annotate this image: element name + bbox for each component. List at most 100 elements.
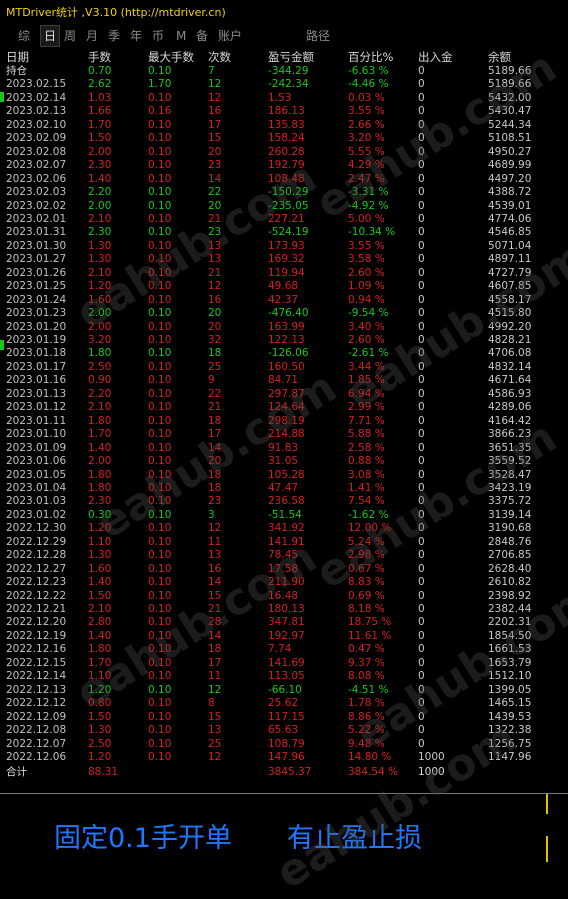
table-row[interactable]: 2023.01.06 2.00 0.10 20 31.05 0.88 % 0 3559.52 xyxy=(6,455,562,468)
table-row[interactable]: 2022.12.09 1.50 0.10 15 117.15 8.86 % 0 1439.53 xyxy=(6,711,562,724)
cell-lots: 2.80 xyxy=(88,616,112,629)
table-row[interactable]: 2023.01.16 0.90 0.10 9 84.71 1.85 % 0 4671.64 xyxy=(6,374,562,387)
table-row[interactable]: 2023.01.17 2.50 0.10 25 160.50 3.44 % 0 4832.14 xyxy=(6,361,562,374)
cell-pnl: 31.05 xyxy=(268,455,299,468)
table-row[interactable]: 2022.12.19 1.40 0.10 14 192.97 11.61 % 0 1854.5… xyxy=(6,630,562,643)
table-row[interactable]: 2023.02.01 2.10 0.10 21 227.21 5.00 % 0 4774.06 xyxy=(6,213,562,226)
table-row[interactable]: 2023.01.31 2.30 0.10 23 -524.19 -10.34 % 0 4546… xyxy=(6,226,562,239)
table-row[interactable]: 2022.12.20 2.80 0.10 28 347.81 18.75 % 0 2202.3… xyxy=(6,616,562,629)
table-row[interactable]: 2022.12.29 1.10 0.10 11 141.91 5.24 % 0 2848.76 xyxy=(6,536,562,549)
table-row[interactable]: 2023.01.20 2.00 0.10 20 163.99 3.40 % 0 4992.20 xyxy=(6,321,562,334)
table-row[interactable]: 2022.12.28 1.30 0.10 13 78.45 2.98 % 0 2706.85 xyxy=(6,549,562,562)
cell-pct: 7.54 % xyxy=(348,495,385,508)
table-row[interactable]: 2022.12.21 2.10 0.10 21 180.13 8.18 % 0 2382.44 xyxy=(6,603,562,616)
table-row[interactable]: 2023.01.18 1.80 0.10 18 -126.06 -2.61 % 0 4706.… xyxy=(6,347,562,360)
cell-pct: 8.83 % xyxy=(348,576,385,589)
table-row[interactable]: 2022.12.14 1.10 0.10 11 113.05 8.08 % 0 1512.10 xyxy=(6,670,562,683)
tab-9[interactable]: 账户 xyxy=(218,26,242,46)
cell-pct: 0.94 % xyxy=(348,293,385,306)
cell-max: 0.10 xyxy=(148,360,172,373)
table-row[interactable]: 2022.12.23 1.40 0.10 14 211.90 8.83 % 0 2610.82 xyxy=(6,576,562,589)
cell-max: 0.10 xyxy=(148,455,172,468)
tab-1[interactable]: 日 xyxy=(40,25,61,47)
tab-0[interactable]: 综 xyxy=(18,26,30,46)
column-header[interactable]: 余额 xyxy=(488,50,511,65)
table-row[interactable]: 2023.01.09 1.40 0.10 14 91.83 2.58 % 0 3651.35 xyxy=(6,442,562,455)
cell-pct: 11.61 % xyxy=(348,629,392,642)
tab-8[interactable]: 备 xyxy=(196,26,208,46)
table-row[interactable]: 2022.12.15 1.70 0.10 17 141.69 9.37 % 0 1653.79 xyxy=(6,657,562,670)
cell-io: 0 xyxy=(418,145,425,158)
cell-lots: 1.40 xyxy=(88,629,112,642)
table-row[interactable]: 2023.02.09 1.50 0.10 15 158.24 3.20 % 0 5108.51 xyxy=(6,132,562,145)
cell-bal: 1439.53 xyxy=(488,710,532,723)
cell-bal: 5071.04 xyxy=(488,239,532,252)
column-header[interactable]: 最大手数 xyxy=(148,50,194,65)
table-row[interactable]: 2022.12.30 1.20 0.10 12 341.92 12.00 % 0 3190.6… xyxy=(6,522,562,535)
table-row[interactable]: 2023.01.02 0.30 0.10 3 -51.54 -1.62 % 0 3139.14 xyxy=(6,509,562,522)
table-row[interactable]: 2022.12.22 1.50 0.10 15 16.48 0.69 % 0 2398.92 xyxy=(6,590,562,603)
table-row[interactable]: 2023.01.11 1.80 0.10 18 298.19 7.71 % 0 4164.42 xyxy=(6,415,562,428)
cell-max: 0.10 xyxy=(148,145,172,158)
table-row[interactable]: 2023.02.13 1.66 0.16 16 186.13 3.55 % 0 5430.47 xyxy=(6,105,562,118)
cell-n: 12 xyxy=(208,280,222,293)
table-row[interactable]: 2023.02.02 2.00 0.10 20 -235.05 -4.92 % 0 4539.… xyxy=(6,200,562,213)
table-row[interactable]: 2023.01.10 1.70 0.10 17 214.88 5.88 % 0 3866.23 xyxy=(6,428,562,441)
table-row[interactable]: 2023.01.25 1.20 0.10 12 49.68 1.09 % 0 4607.85 xyxy=(6,280,562,293)
table-row[interactable]: 2023.02.06 1.40 0.10 14 108.48 2.47 % 0 4497.20 xyxy=(6,173,562,186)
cell-pnl: 297.87 xyxy=(268,387,305,400)
table-row[interactable]: 2023.01.23 2.00 0.10 20 -476.40 -9.54 % 0 4515.… xyxy=(6,307,562,320)
tab-5[interactable]: 年 xyxy=(130,26,142,46)
table-row[interactable]: 2022.12.07 2.50 0.10 25 108.79 9.48 % 0 1256.75 xyxy=(6,738,562,751)
cell-lots: 2.10 xyxy=(88,266,112,279)
table-row[interactable]: 2022.12.16 1.80 0.10 18 7.74 0.47 % 0 1661.53 xyxy=(6,643,562,656)
tab-10[interactable]: 路径 xyxy=(306,26,330,46)
column-header[interactable]: 手数 xyxy=(88,50,111,65)
cell-n: 16 xyxy=(208,105,222,118)
cell-io: 1000 xyxy=(418,750,445,763)
cell-lots: 1.80 xyxy=(88,468,112,481)
table-row[interactable]: 2023.01.12 2.10 0.10 21 124.64 2.99 % 0 4289.06 xyxy=(6,401,562,414)
cell-n: 13 xyxy=(208,253,222,266)
column-header[interactable]: 次数 xyxy=(208,50,231,65)
table-row[interactable]: 2023.01.24 1.60 0.10 16 42.37 0.94 % 0 4558.17 xyxy=(6,294,562,307)
table-row[interactable]: 2022.12.06 1.20 0.10 12 147.96 14.80 % 1000 114… xyxy=(6,751,562,764)
cell-d: 2022.12.27 xyxy=(6,562,67,575)
table-row[interactable]: 2022.12.08 1.30 0.10 13 65.63 5.22 % 0 1322.38 xyxy=(6,724,562,737)
column-header[interactable]: 百分比% xyxy=(348,50,393,65)
table-row[interactable]: 2022.12.13 1.20 0.10 12 -66.10 -4.51 % 0 1399.0… xyxy=(6,684,562,697)
table-row[interactable]: 2023.02.03 2.20 0.10 22 -150.29 -3.31 % 0 4388.… xyxy=(6,186,562,199)
table-row[interactable]: 2023.01.19 3.20 0.10 32 122.13 2.60 % 0 4828.21 xyxy=(6,334,562,347)
table-row[interactable]: 2023.01.27 1.30 0.10 13 169.32 3.58 % 0 4897.11 xyxy=(6,253,562,266)
tab-3[interactable]: 月 xyxy=(86,26,98,46)
table-row[interactable]: 2023.01.13 2.20 0.10 22 297.87 6.94 % 0 4586.93 xyxy=(6,388,562,401)
cell-max: 0.10 xyxy=(148,199,172,212)
table-row[interactable]: 2023.02.08 2.00 0.10 20 260.28 5.55 % 0 4950.27 xyxy=(6,146,562,159)
table-row[interactable]: 2023.01.03 2.30 0.10 23 236.58 7.54 % 0 3375.72 xyxy=(6,495,562,508)
cell-max: 0.10 xyxy=(148,212,172,225)
table-row[interactable]: 2023.02.10 1.70 0.10 17 135.83 2.66 % 0 5244.34 xyxy=(6,119,562,132)
tab-6[interactable]: 币 xyxy=(152,26,164,46)
tab-4[interactable]: 季 xyxy=(108,26,120,46)
cell-lots: 1.03 xyxy=(88,91,112,104)
column-header[interactable]: 出入金 xyxy=(418,50,453,65)
table-row[interactable]: 2022.12.27 1.60 0.10 16 17.58 0.67 % 0 2628.40 xyxy=(6,563,562,576)
cell-n: 12 xyxy=(208,683,222,696)
table-row[interactable]: 2023.01.05 1.80 0.10 18 105.28 3.08 % 0 3528.47 xyxy=(6,469,562,482)
cell-pnl: 347.81 xyxy=(268,616,305,629)
table-row[interactable]: 2023.01.26 2.10 0.10 21 119.94 2.60 % 0 4727.79 xyxy=(6,267,562,280)
table-row[interactable]: 2022.12.12 0.80 0.10 8 25.62 1.78 % 0 1465.15 xyxy=(6,697,562,710)
column-header[interactable]: 日期 xyxy=(6,50,29,65)
table-row[interactable]: 2023.02.14 1.03 0.10 12 1.53 0.03 % 0 5432.00 xyxy=(6,92,562,105)
cell-bal: 4607.85 xyxy=(488,280,532,293)
table-row[interactable]: 2023.02.15 2.62 1.70 12 -242.34 -4.46 % 0 5189.… xyxy=(6,78,562,91)
table-row[interactable]: 2023.01.04 1.80 0.10 18 47.47 1.41 % 0 3423.19 xyxy=(6,482,562,495)
tab-2[interactable]: 周 xyxy=(64,26,76,46)
cell-lots: 2.20 xyxy=(88,387,112,400)
cell-pct: 2.58 % xyxy=(348,441,385,454)
table-row[interactable]: 2023.01.30 1.30 0.10 13 173.93 3.55 % 0 5071.04 xyxy=(6,240,562,253)
column-header[interactable]: 盈亏金额 xyxy=(268,50,314,65)
table-row[interactable]: 2023.02.07 2.30 0.10 23 192.79 4.29 % 0 4689.99 xyxy=(6,159,562,172)
tab-7[interactable]: M xyxy=(176,26,186,46)
table-row[interactable]: 持仓 0.70 0.10 7 -344.29 -6.63 % 0 5189.66 xyxy=(6,65,562,78)
